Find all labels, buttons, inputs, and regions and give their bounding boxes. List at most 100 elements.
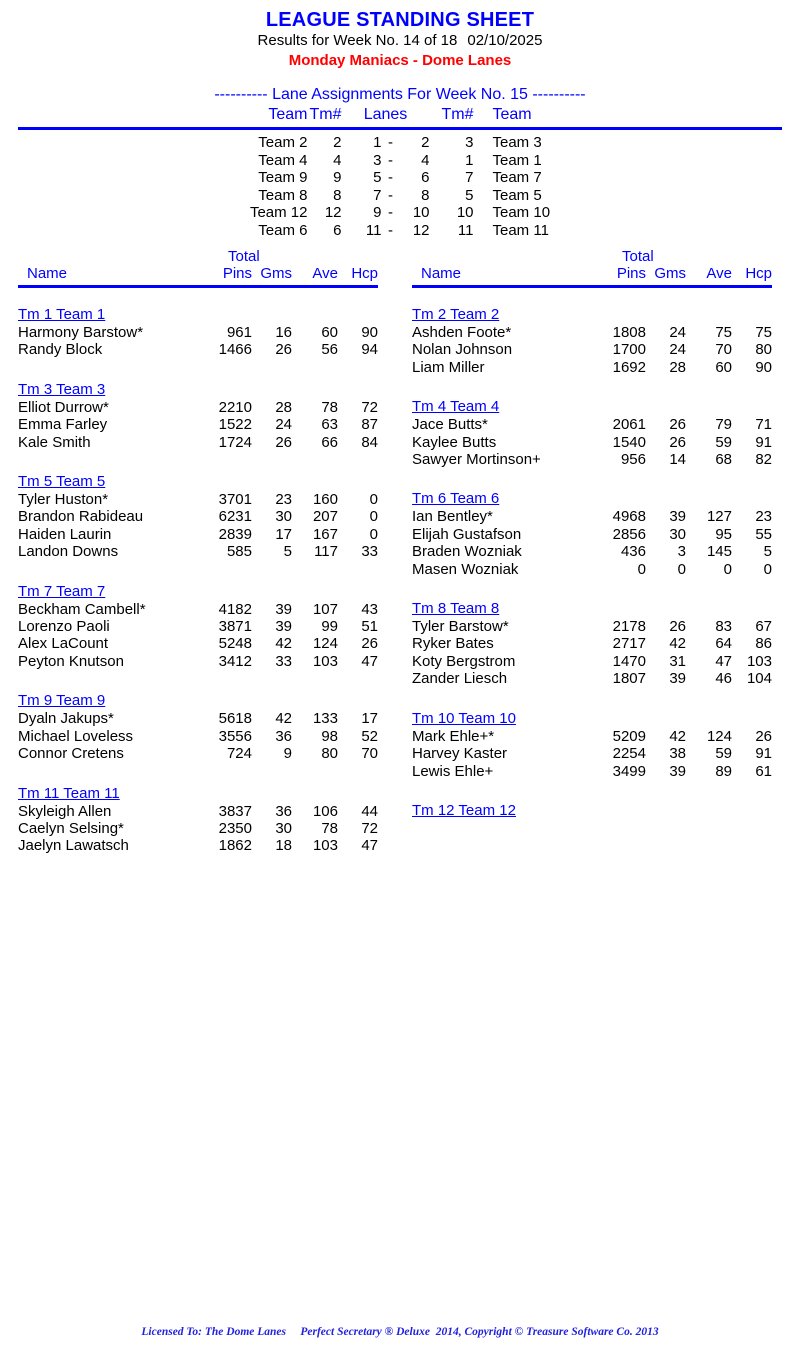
lane-row-tmnum-right: 1 bbox=[465, 151, 474, 169]
bowler-name: Koty Bergstrom bbox=[412, 652, 516, 670]
team-name-link[interactable]: Tm 1 Team 1 bbox=[18, 306, 105, 324]
header-ave-left: Ave bbox=[312, 265, 338, 282]
lane-row-tmnum-right: 5 bbox=[465, 186, 474, 204]
header-name-left: Name bbox=[27, 265, 68, 282]
bowler-total-pins: 724 bbox=[226, 745, 252, 763]
team-name-link[interactable]: Tm 11 Team 11 bbox=[18, 785, 120, 803]
bowler-total-pins: 4968 bbox=[612, 508, 646, 526]
header-name-right: Name bbox=[421, 265, 462, 282]
team-name-link[interactable]: Tm 9 Team 9 bbox=[18, 692, 105, 710]
bowler-games: 26 bbox=[669, 433, 686, 451]
bowler-average: 95 bbox=[715, 525, 732, 543]
team-name-link[interactable]: Tm 4 Team 4 bbox=[412, 398, 499, 416]
bowler-games: 0 bbox=[677, 560, 686, 578]
sheet-header: LEAGUE STANDING SHEET Results for Week N… bbox=[0, 0, 800, 70]
lane-assignment-row: Team 9 9 5- 6 7 Team 7 bbox=[198, 169, 603, 187]
bowler-games: 38 bbox=[669, 745, 686, 763]
bowler-total-pins: 3871 bbox=[218, 618, 252, 636]
bowler-games: 24 bbox=[275, 416, 292, 434]
team-header: Tm 5 Team 5 bbox=[18, 473, 378, 491]
bowler-total-pins: 1807 bbox=[612, 670, 646, 688]
bowler-handicap: 90 bbox=[755, 358, 772, 376]
lane-assignments-column-headers: Team Tm# Lanes Tm# Team bbox=[0, 105, 800, 125]
bowler-games: 42 bbox=[669, 635, 686, 653]
bowler-average: 127 bbox=[706, 508, 732, 526]
team-name-link[interactable]: Tm 3 Team 3 bbox=[18, 381, 105, 399]
bowler-total-pins: 4182 bbox=[218, 600, 252, 618]
team-block: Tm 10 Team 10 Mark Ehle+* 5209 42 124 26 Harve… bbox=[412, 688, 772, 780]
bowler-games: 31 bbox=[669, 652, 686, 670]
roster-column-right: Total Name Pins Gms Ave Hcp Tm 2 Team 2 Ashd… bbox=[412, 248, 772, 855]
bowler-handicap: 71 bbox=[755, 416, 772, 434]
bowler-average: 68 bbox=[715, 451, 732, 469]
bowler-name: Ian Bentley* bbox=[412, 508, 493, 526]
team-name-link[interactable]: Tm 10 Team 10 bbox=[412, 710, 516, 728]
lane-row-lane-end: 4 bbox=[421, 151, 430, 169]
team-block: Tm 11 Team 11 Skyleigh Allen 3837 36 106 44 Ca… bbox=[18, 763, 378, 855]
lane-row-team-right: Team 3 bbox=[492, 134, 542, 151]
bowler-games: 39 bbox=[669, 762, 686, 780]
table-row: Michael Loveless 3556 36 98 52 bbox=[18, 728, 378, 745]
table-row: Brandon Rabideau 6231 30 207 0 bbox=[18, 508, 378, 525]
bowler-average: 78 bbox=[321, 819, 338, 837]
table-row: Haiden Laurin 2839 17 167 0 bbox=[18, 526, 378, 543]
team-header: Tm 12 Team 12 bbox=[412, 802, 772, 820]
lane-row-team-right: Team 11 bbox=[492, 221, 549, 239]
table-row: Lorenzo Paoli 3871 39 99 51 bbox=[18, 618, 378, 635]
bowler-handicap: 72 bbox=[361, 398, 378, 416]
bowler-name: Tyler Huston* bbox=[18, 491, 109, 509]
license-footer: Licensed To: The Dome Lanes Perfect Secr… bbox=[141, 1326, 659, 1338]
bowler-total-pins: 436 bbox=[620, 543, 646, 561]
bowler-handicap: 82 bbox=[755, 451, 772, 469]
bowler-name: Lorenzo Paoli bbox=[18, 618, 110, 636]
team-block: Tm 9 Team 9 Dyaln Jakups* 5618 42 133 17 Micha… bbox=[18, 670, 378, 762]
lane-row-dash: - bbox=[388, 221, 393, 239]
bowler-average: 103 bbox=[312, 837, 338, 855]
team-name-link[interactable]: Tm 6 Team 6 bbox=[412, 490, 499, 508]
bowler-name: Elliot Durrow* bbox=[18, 398, 109, 416]
lane-row-lane-start: 5 bbox=[373, 169, 382, 186]
team-name-link[interactable]: Tm 12 Team 12 bbox=[412, 802, 516, 820]
bowler-name: Alex LaCount bbox=[18, 635, 109, 653]
lane-row-tmnum-left: 2 bbox=[333, 134, 342, 151]
bowler-games: 9 bbox=[283, 745, 292, 763]
team-header: Tm 3 Team 3 bbox=[18, 381, 378, 399]
bowler-total-pins: 2061 bbox=[612, 416, 646, 434]
table-row: Skyleigh Allen 3837 36 106 44 bbox=[18, 803, 378, 820]
bowler-games: 3 bbox=[677, 543, 686, 561]
team-name-link[interactable]: Tm 2 Team 2 bbox=[412, 306, 499, 324]
lane-row-lane-end: 12 bbox=[412, 221, 430, 239]
team-name-link[interactable]: Tm 8 Team 8 bbox=[412, 600, 499, 618]
team-name-link[interactable]: Tm 7 Team 7 bbox=[18, 583, 105, 601]
bowler-total-pins: 2350 bbox=[218, 819, 252, 837]
team-list-left: Tm 1 Team 1 Harmony Barstow* 961 16 60 90 Rand… bbox=[18, 288, 378, 855]
table-row: Jace Butts* 2061 26 79 71 bbox=[412, 416, 772, 433]
lane-row-lane-start: 3 bbox=[373, 151, 382, 169]
team-name-link[interactable]: Tm 5 Team 5 bbox=[18, 473, 105, 491]
bowler-name: Masen Wozniak bbox=[412, 560, 519, 578]
bowler-games: 39 bbox=[275, 600, 292, 618]
lane-row-team-left: Team 2 bbox=[258, 134, 308, 151]
bowler-handicap: 70 bbox=[361, 745, 378, 763]
lane-row-lane-start: 9 bbox=[373, 204, 382, 221]
bowler-total-pins: 1470 bbox=[612, 652, 646, 670]
bowler-average: 75 bbox=[715, 324, 732, 341]
bowler-name: Kale Smith bbox=[18, 433, 91, 451]
bowler-total-pins: 1808 bbox=[612, 324, 646, 341]
bowler-average: 103 bbox=[312, 652, 338, 670]
bowler-total-pins: 2254 bbox=[612, 745, 646, 763]
lane-header-tmnum-right: Tm# bbox=[441, 106, 474, 123]
bowler-handicap: 51 bbox=[361, 618, 378, 636]
bowler-handicap: 91 bbox=[755, 433, 772, 451]
bowler-total-pins: 1700 bbox=[612, 341, 646, 359]
bowler-handicap: 94 bbox=[361, 341, 378, 359]
bowler-games: 26 bbox=[275, 433, 292, 451]
bowler-average: 133 bbox=[312, 710, 338, 728]
bowler-games: 26 bbox=[669, 416, 686, 434]
bowler-games: 42 bbox=[275, 710, 292, 728]
bowler-handicap: 80 bbox=[755, 341, 772, 359]
team-block: Tm 4 Team 4 Jace Butts* 2061 26 79 71 Kaylee B… bbox=[412, 376, 772, 468]
bowler-average: 124 bbox=[706, 727, 732, 745]
bowler-name: Liam Miller bbox=[412, 358, 485, 376]
team-header: Tm 1 Team 1 bbox=[18, 306, 378, 324]
